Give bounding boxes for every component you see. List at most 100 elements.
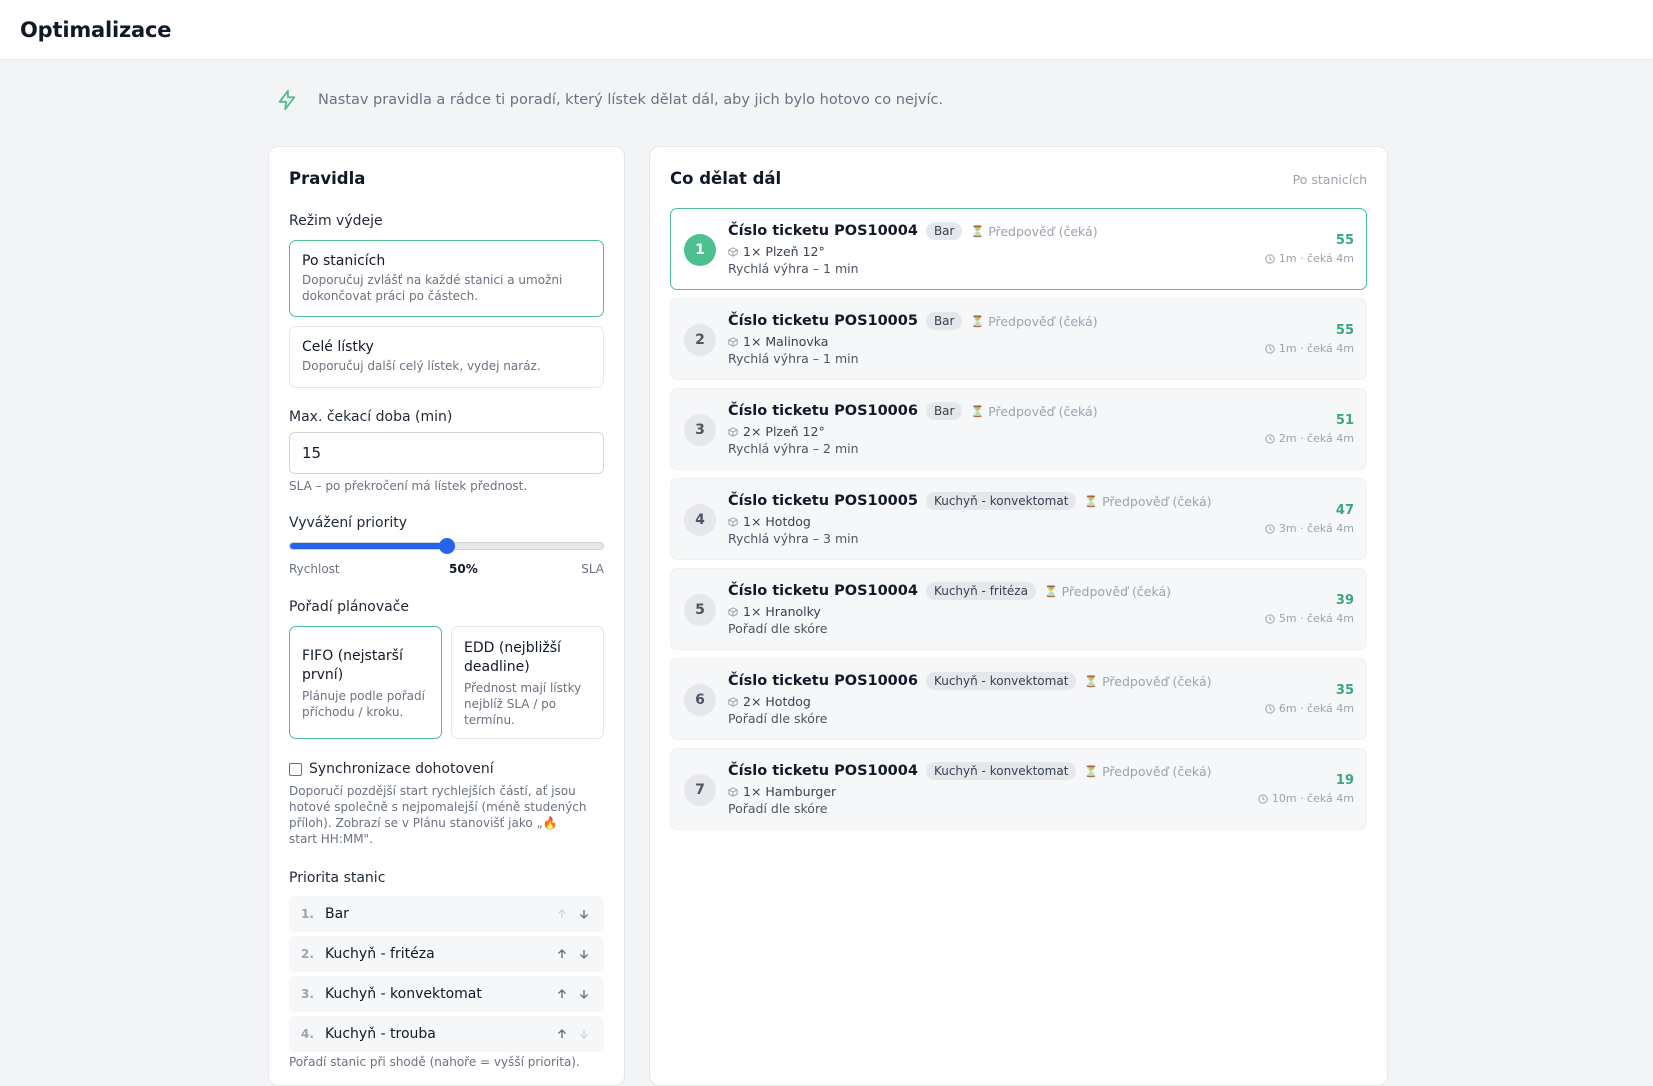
station-priority-row: 3. Kuchyň - konvektomat <box>289 976 604 1012</box>
station-priority-name: Kuchyň - trouba <box>325 1026 436 1042</box>
arrow-up-icon[interactable] <box>554 946 570 962</box>
max-wait-label: Max. čekací doba (min) <box>289 409 453 425</box>
clock-icon <box>1265 703 1275 714</box>
station-priority-name: Kuchyň - konvektomat <box>325 986 482 1002</box>
task-ticket: Číslo ticketu POS10006 <box>728 673 918 689</box>
planner-label: Pořadí plánovače <box>289 599 410 615</box>
station-priority-row: 4. Kuchyň - trouba <box>289 1016 604 1052</box>
task-item: 1× Plzeň 12° <box>743 244 825 259</box>
arrow-down-icon[interactable] <box>576 986 592 1002</box>
task-forecast-text: Předpověď (čeká) <box>988 313 1098 329</box>
clock-icon <box>1265 253 1275 264</box>
task-score: 55 <box>1335 323 1354 338</box>
clock-icon <box>1265 433 1275 444</box>
task-station-badge: Bar <box>925 312 963 330</box>
balance-slider-fill <box>290 543 447 549</box>
box-icon <box>728 606 738 617</box>
hourglass-icon: ⏳ <box>1084 674 1099 688</box>
planner-option-fifo[interactable]: FIFO (nejstarší první) Plánuje podle poř… <box>289 626 442 739</box>
task-forecast: ⏳ Předpověď (čeká) <box>1044 584 1171 599</box>
arrow-up-icon[interactable] <box>554 1026 570 1042</box>
task-meta: 3m · čeká 4m <box>1265 522 1354 535</box>
task-rank: 4 <box>684 504 716 536</box>
task-forecast-text: Předpověď (čeká) <box>1102 673 1212 689</box>
task-ticket: Číslo ticketu POS10006 <box>728 403 918 419</box>
task-forecast-text: Předpověď (čeká) <box>988 223 1098 239</box>
station-priority-row: 2. Kuchyň - fritéza <box>289 936 604 972</box>
task-meta: 5m · čeká 4m <box>1265 612 1354 625</box>
task-card[interactable]: 5 Číslo ticketu POS10004 Kuchyň - fritéz… <box>670 568 1367 650</box>
max-wait-help: SLA – po překročení má lístek přednost. <box>289 479 528 493</box>
sync-label[interactable]: Synchronizace dohotovení <box>309 761 494 777</box>
task-reason: Rychlá výhra – 1 min <box>728 351 859 366</box>
task-item: 1× Hranolky <box>743 604 821 619</box>
balance-slider[interactable] <box>289 538 604 554</box>
task-ticket: Číslo ticketu POS10005 <box>728 493 918 509</box>
station-priority-name: Bar <box>325 906 349 922</box>
station-priority-name: Kuchyň - fritéza <box>325 946 435 962</box>
arrow-down-icon[interactable] <box>576 906 592 922</box>
task-card[interactable]: 2 Číslo ticketu POS10005 Bar ⏳ Předpověď … <box>670 298 1367 380</box>
task-card[interactable]: 7 Číslo ticketu POS10004 Kuchyň - konvek… <box>670 748 1367 830</box>
arrow-up-icon[interactable] <box>554 906 570 922</box>
balance-label: Vyvážení priority <box>289 515 408 531</box>
hourglass-icon: ⏳ <box>1084 764 1099 778</box>
task-card[interactable]: 4 Číslo ticketu POS10005 Kuchyň - konvek… <box>670 478 1367 560</box>
arrow-down-icon[interactable] <box>576 1026 592 1042</box>
task-card[interactable]: 1 Číslo ticketu POS10004 Bar ⏳ Předpověď … <box>670 208 1367 290</box>
hourglass-icon: ⏳ <box>1043 584 1058 598</box>
box-icon <box>728 516 738 527</box>
planner-option-edd[interactable]: EDD (nejbližší deadline) Přednost mají l… <box>451 626 604 739</box>
planner-option-desc: Přednost mají lístky nejblíž SLA / po te… <box>464 681 582 727</box>
mode-option-stations[interactable]: Po stanicích Doporučuj zvlášť na každé s… <box>289 240 604 317</box>
task-meta-text: 5m · čeká 4m <box>1278 612 1354 625</box>
planner-option-title: EDD (nejbližší deadline) <box>464 640 561 675</box>
mode-option-whole-tickets[interactable]: Celé lístky Doporučuj další celý lístek,… <box>289 326 604 388</box>
sync-checkbox[interactable] <box>289 763 302 776</box>
rules-title: Pravidla <box>289 169 366 188</box>
task-meta: 6m · čeká 4m <box>1265 702 1354 715</box>
task-forecast-text: Předpověď (čeká) <box>1061 583 1172 599</box>
task-forecast: ⏳ Předpověď (čeká) <box>970 314 1097 329</box>
task-score: 51 <box>1335 413 1354 428</box>
task-rank: 7 <box>684 774 716 806</box>
task-meta: 2m · čeká 4m <box>1265 432 1354 445</box>
task-card[interactable]: 3 Číslo ticketu POS10006 Bar ⏳ Předpověď … <box>670 388 1367 470</box>
balance-slider-thumb[interactable] <box>438 538 455 554</box>
task-forecast: ⏳ Předpověď (čeká) <box>1084 494 1211 509</box>
next-title: Co dělat dál <box>670 169 782 188</box>
task-card[interactable]: 6 Číslo ticketu POS10006 Kuchyň - konvek… <box>670 658 1367 740</box>
clock-icon <box>1265 523 1275 534</box>
task-station-badge: Kuchyň - konvektomat <box>925 672 1077 690</box>
task-meta: 1m · čeká 4m <box>1265 342 1354 355</box>
box-icon <box>728 786 738 797</box>
box-icon <box>728 336 738 347</box>
lightning-icon <box>278 89 296 111</box>
task-item: 2× Hotdog <box>743 694 811 709</box>
sync-help: Doporučí pozdější start rychlejších část… <box>289 784 587 846</box>
hourglass-icon: ⏳ <box>970 314 985 328</box>
task-ticket: Číslo ticketu POS10004 <box>728 583 918 599</box>
task-item: 1× Malinovka <box>743 334 829 349</box>
task-meta-text: 3m · čeká 4m <box>1278 522 1354 535</box>
arrow-down-icon[interactable] <box>576 946 592 962</box>
hourglass-icon: ⏳ <box>1084 494 1099 508</box>
arrow-up-icon[interactable] <box>554 986 570 1002</box>
task-score: 55 <box>1335 233 1354 248</box>
clock-icon <box>1258 793 1268 804</box>
max-wait-input[interactable] <box>289 432 604 474</box>
task-reason: Pořadí dle skóre <box>728 621 828 636</box>
task-item: 2× Plzeň 12° <box>743 424 825 439</box>
hint-text: Nastav pravidla a rádce ti poradí, který… <box>318 92 944 108</box>
mode-option-desc: Doporučuj další celý lístek, vydej naráz… <box>302 359 541 373</box>
task-station-badge: Kuchyň - fritéza <box>925 582 1036 600</box>
station-priority-help: Pořadí stanic při shodě (nahoře = vyšší … <box>289 1055 580 1069</box>
page-title: Optimalizace <box>20 17 172 42</box>
balance-left-label: Rychlost <box>289 562 340 576</box>
next-panel: Co dělat dál Po stanicích 1 Číslo ticket… <box>649 146 1388 1086</box>
mode-option-title: Celé lístky <box>302 339 374 355</box>
task-forecast: ⏳ Předpověď (čeká) <box>1084 764 1211 779</box>
task-ticket: Číslo ticketu POS10004 <box>728 763 918 779</box>
task-station-badge: Kuchyň - konvektomat <box>925 762 1077 780</box>
task-item: 1× Hotdog <box>743 514 811 529</box>
